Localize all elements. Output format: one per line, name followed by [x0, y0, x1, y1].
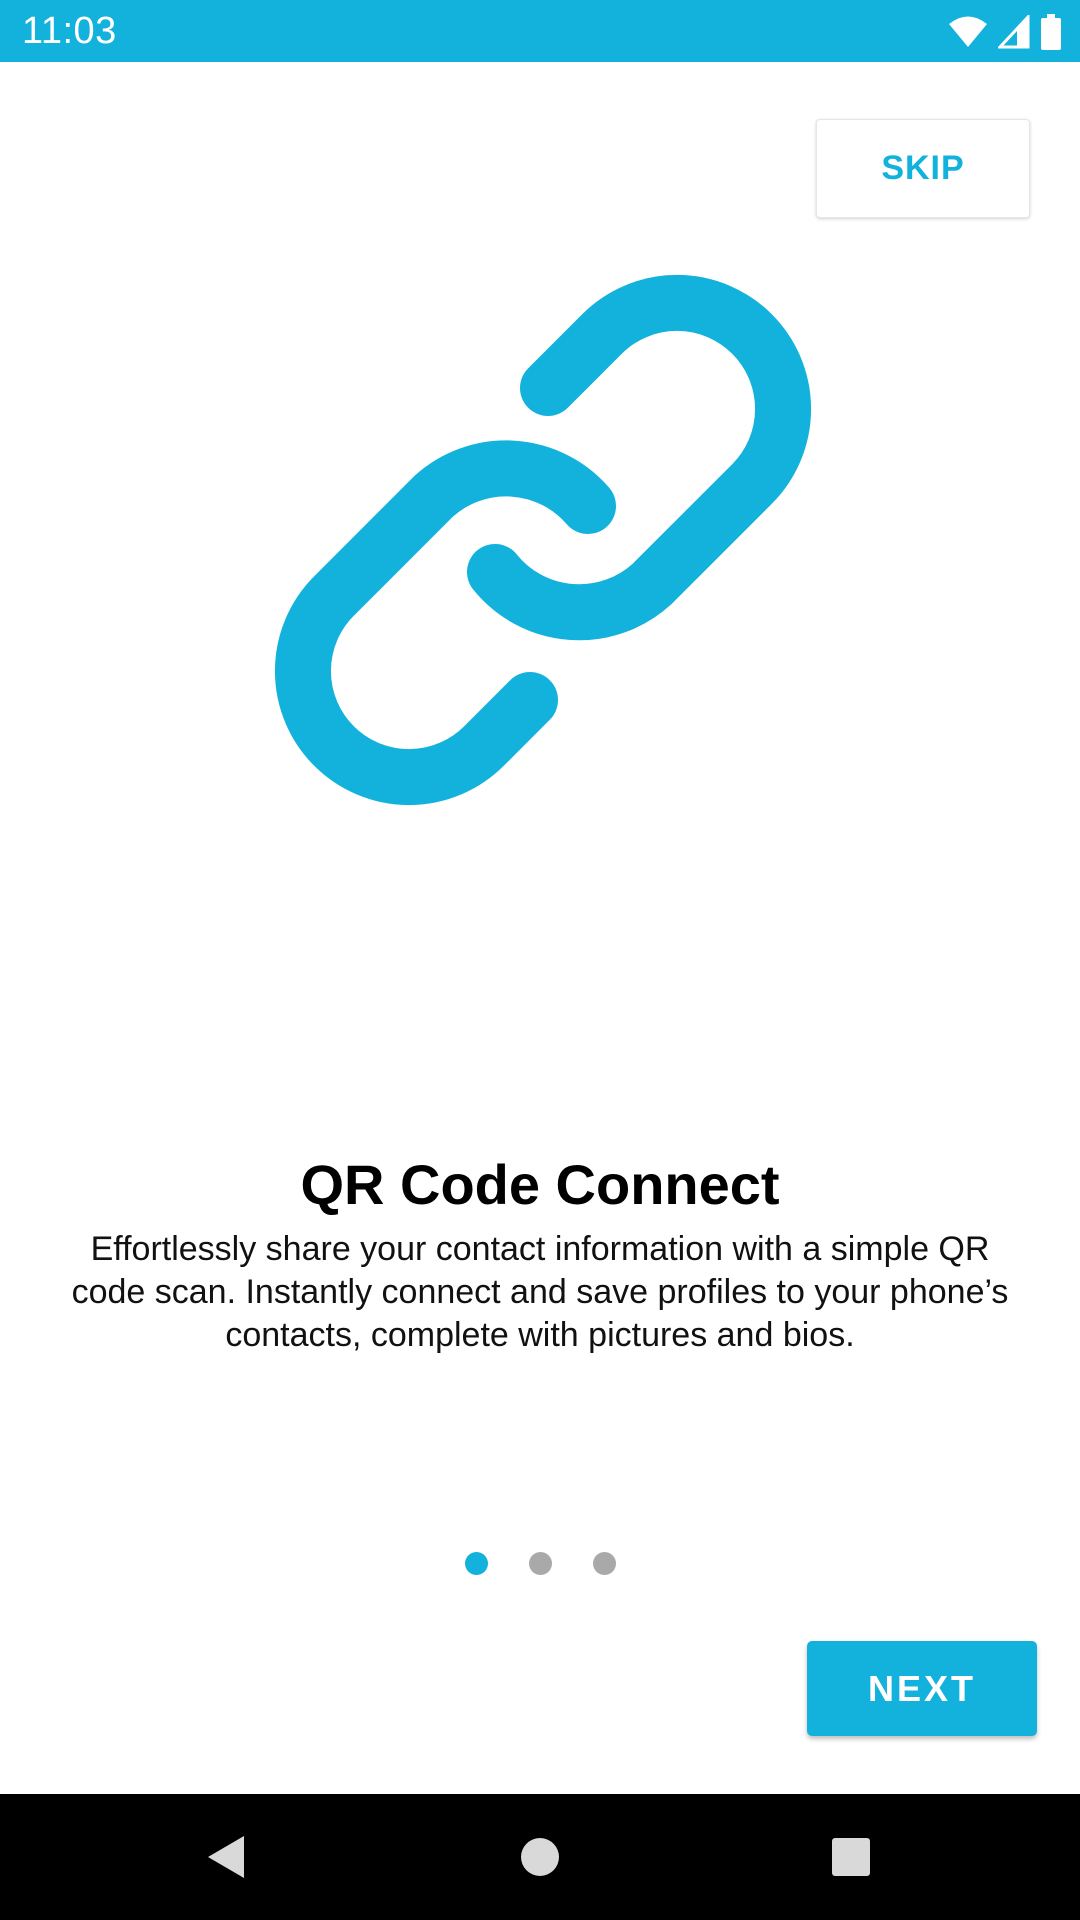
onboarding-screen: 11:03 SKIP QR Code Connect Effortlessly … — [0, 0, 1080, 1920]
page-dot-1[interactable] — [464, 1551, 488, 1575]
status-icons — [948, 12, 1062, 52]
battery-icon — [1040, 14, 1062, 50]
skip-button[interactable]: SKIP — [816, 119, 1030, 218]
recents-icon[interactable] — [821, 1827, 881, 1887]
link-icon — [250, 260, 830, 840]
next-button-label: NEXT — [867, 1667, 976, 1709]
wifi-icon — [948, 15, 988, 49]
status-bar: 11:03 — [0, 0, 1080, 62]
page-title: QR Code Connect — [300, 1153, 780, 1216]
signal-icon — [998, 15, 1030, 49]
status-time: 11:03 — [22, 10, 117, 52]
page-description: Effortlessly share your contact informat… — [71, 1230, 1009, 1354]
home-icon[interactable] — [510, 1827, 570, 1887]
page-dot-3[interactable] — [592, 1551, 616, 1575]
page-indicator — [0, 1551, 1080, 1575]
skip-button-label: SKIP — [881, 149, 965, 187]
navigation-bar — [0, 1794, 1080, 1920]
next-button[interactable]: NEXT — [807, 1641, 1037, 1736]
back-icon[interactable] — [196, 1827, 256, 1887]
page-dot-2[interactable] — [528, 1551, 552, 1575]
